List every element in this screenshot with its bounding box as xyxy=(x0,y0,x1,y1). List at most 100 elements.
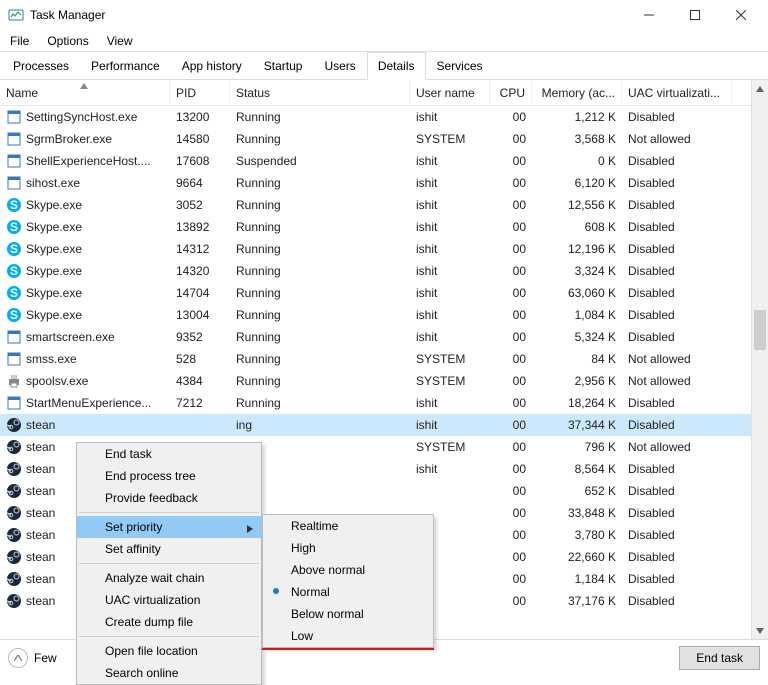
process-name: SgrmBroker.exe xyxy=(26,132,112,146)
context-menu-item[interactable]: UAC virtualization xyxy=(77,589,261,611)
tab-services[interactable]: Services xyxy=(426,52,494,79)
priority-menu-item[interactable]: Above normal xyxy=(263,559,433,581)
tab-details[interactable]: Details xyxy=(367,52,426,80)
cell-cpu: 00 xyxy=(490,480,532,502)
cell-uac: Disabled xyxy=(622,414,732,436)
close-button[interactable] xyxy=(718,0,764,30)
process-icon xyxy=(6,571,22,587)
table-row[interactable]: SgrmBroker.exe14580RunningSYSTEM003,568 … xyxy=(0,128,768,150)
table-row[interactable]: SSkype.exe14312Runningishit0012,196 KDis… xyxy=(0,238,768,260)
tab-app-history[interactable]: App history xyxy=(171,52,253,79)
table-row[interactable]: steaningishit0037,344 KDisabled xyxy=(0,414,768,436)
priority-menu-item[interactable]: Low xyxy=(263,625,433,647)
cell-cpu: 00 xyxy=(490,392,532,414)
cell-uac: Not allowed xyxy=(622,436,732,458)
table-row[interactable]: SSkype.exe14320Runningishit003,324 KDisa… xyxy=(0,260,768,282)
context-menu-item[interactable]: Analyze wait chain xyxy=(77,567,261,589)
cell-user: ishit xyxy=(410,392,490,414)
column-uac[interactable]: UAC virtualizati... xyxy=(622,80,732,105)
fewer-details[interactable]: Few xyxy=(8,648,57,668)
svg-text:S: S xyxy=(10,242,18,256)
tab-startup[interactable]: Startup xyxy=(253,52,314,79)
context-menu: End taskEnd process treeProvide feedback… xyxy=(76,442,262,685)
process-name: ShellExperienceHost.... xyxy=(26,154,151,168)
context-menu-item[interactable]: Set affinity xyxy=(77,538,261,560)
table-row[interactable]: SettingSyncHost.exe13200Runningishit001,… xyxy=(0,106,768,128)
minimize-button[interactable] xyxy=(626,0,672,30)
cell-uac: Disabled xyxy=(622,326,732,348)
priority-menu-item[interactable]: Below normal xyxy=(263,603,433,625)
cell-pid xyxy=(170,414,230,436)
table-row[interactable]: smartscreen.exe9352Runningishit005,324 K… xyxy=(0,326,768,348)
cell-uac: Disabled xyxy=(622,172,732,194)
priority-submenu: RealtimeHighAbove normalNormalBelow norm… xyxy=(262,514,434,648)
context-menu-item[interactable]: End task xyxy=(77,443,261,465)
column-user[interactable]: User name xyxy=(410,80,490,105)
tab-processes[interactable]: Processes xyxy=(2,52,80,79)
process-icon xyxy=(6,373,22,389)
cell-cpu: 00 xyxy=(490,194,532,216)
process-icon xyxy=(6,153,22,169)
cell-memory: 63,060 K xyxy=(532,282,622,304)
cell-status: Running xyxy=(230,304,410,326)
column-status[interactable]: Status xyxy=(230,80,410,105)
tab-users[interactable]: Users xyxy=(313,52,366,79)
cell-pid: 9664 xyxy=(170,172,230,194)
cell-user: ishit xyxy=(410,238,490,260)
vertical-scrollbar[interactable] xyxy=(751,80,768,639)
process-icon xyxy=(6,351,22,367)
priority-menu-item[interactable]: Normal xyxy=(263,581,433,603)
table-row[interactable]: SSkype.exe14704Runningishit0063,060 KDis… xyxy=(0,282,768,304)
cell-cpu: 00 xyxy=(490,502,532,524)
cell-cpu: 00 xyxy=(490,260,532,282)
menu-view[interactable]: View xyxy=(103,32,137,50)
context-menu-item[interactable]: Open file location xyxy=(77,640,261,662)
menu-options[interactable]: Options xyxy=(43,32,92,50)
end-task-button[interactable]: End task xyxy=(679,646,760,670)
process-name: stean xyxy=(26,594,55,608)
table-row[interactable]: ShellExperienceHost....17608Suspendedish… xyxy=(0,150,768,172)
maximize-button[interactable] xyxy=(672,0,718,30)
task-manager-icon xyxy=(8,7,24,23)
cell-memory: 18,264 K xyxy=(532,392,622,414)
process-icon xyxy=(6,461,22,477)
table-row[interactable]: StartMenuExperience...7212Runningishit00… xyxy=(0,392,768,414)
tab-performance[interactable]: Performance xyxy=(80,52,171,79)
cell-user: ishit xyxy=(410,414,490,436)
cell-cpu: 00 xyxy=(490,172,532,194)
svg-text:S: S xyxy=(10,220,18,234)
table-row[interactable]: SSkype.exe3052Runningishit0012,556 KDisa… xyxy=(0,194,768,216)
process-name: Skype.exe xyxy=(26,264,82,278)
menu-file[interactable]: File xyxy=(6,32,33,50)
process-name: Skype.exe xyxy=(26,286,82,300)
process-name: StartMenuExperience... xyxy=(26,396,151,410)
process-name: Skype.exe xyxy=(26,308,82,322)
scrollbar-thumb[interactable] xyxy=(754,310,766,350)
table-row[interactable]: sihost.exe9664Runningishit006,120 KDisab… xyxy=(0,172,768,194)
table-row[interactable]: spoolsv.exe4384RunningSYSTEM002,956 KNot… xyxy=(0,370,768,392)
cell-uac: Not allowed xyxy=(622,128,732,150)
cell-status: Running xyxy=(230,348,410,370)
cell-uac: Disabled xyxy=(622,480,732,502)
cell-user: ishit xyxy=(410,216,490,238)
column-cpu[interactable]: CPU xyxy=(490,80,532,105)
context-menu-item[interactable]: Search online xyxy=(77,662,261,684)
cell-memory: 0 K xyxy=(532,150,622,172)
table-row[interactable]: smss.exe528RunningSYSTEM0084 KNot allowe… xyxy=(0,348,768,370)
column-pid[interactable]: PID xyxy=(170,80,230,105)
cell-pid: 7212 xyxy=(170,392,230,414)
scroll-up-icon[interactable] xyxy=(752,80,768,97)
cell-cpu: 00 xyxy=(490,304,532,326)
context-menu-item[interactable]: Create dump file xyxy=(77,611,261,633)
column-memory[interactable]: Memory (ac... xyxy=(532,80,622,105)
context-menu-item[interactable]: Set priority xyxy=(77,516,261,538)
priority-menu-item[interactable]: Realtime xyxy=(263,515,433,537)
cell-uac: Not allowed xyxy=(622,370,732,392)
priority-menu-item[interactable]: High xyxy=(263,537,433,559)
table-row[interactable]: SSkype.exe13892Runningishit00608 KDisabl… xyxy=(0,216,768,238)
process-name: Skype.exe xyxy=(26,198,82,212)
scroll-down-icon[interactable] xyxy=(752,622,768,639)
table-row[interactable]: SSkype.exe13004Runningishit001,084 KDisa… xyxy=(0,304,768,326)
context-menu-item[interactable]: End process tree xyxy=(77,465,261,487)
context-menu-item[interactable]: Provide feedback xyxy=(77,487,261,509)
